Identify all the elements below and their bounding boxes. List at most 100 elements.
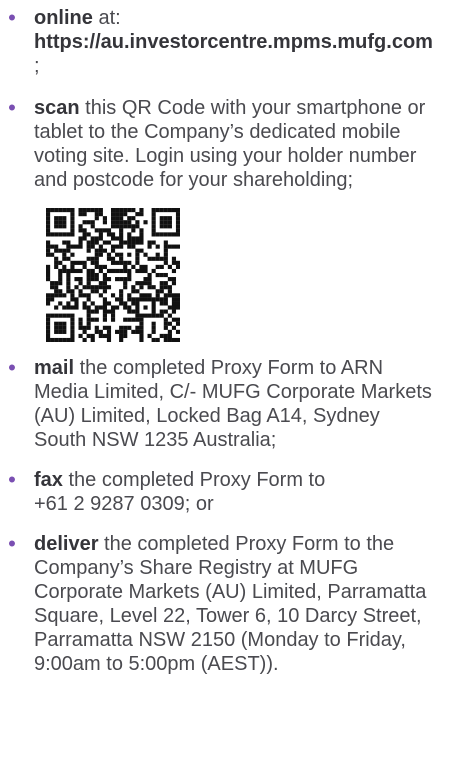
investor-centre-link[interactable]: https://au.investorcentre.mpms.mufg.com: [34, 31, 433, 53]
qr-module: [78, 228, 83, 233]
qr-module: [70, 297, 75, 302]
qr-module: [46, 313, 51, 318]
qr-module: [171, 281, 177, 286]
qr-module: [159, 309, 164, 314]
qr-module: [78, 236, 83, 241]
qr-module: [139, 281, 144, 286]
qr-module: [135, 329, 140, 334]
qr-module: [58, 301, 63, 306]
qr-module: [86, 248, 91, 253]
qr-module: [171, 325, 177, 330]
item-text: deliver the completed Proxy Form to the …: [34, 532, 437, 676]
qr-module: [106, 252, 112, 257]
qr-module: [70, 224, 75, 229]
qr-module: [102, 301, 107, 306]
qr-module: [82, 264, 87, 269]
qr-module: [163, 325, 168, 330]
qr-module: [78, 289, 83, 294]
qr-module: [163, 208, 168, 213]
qr-module: [127, 293, 132, 298]
qr-module: [86, 333, 91, 339]
qr-module: [86, 240, 91, 245]
qr-module: [151, 232, 156, 237]
qr-module: [167, 216, 172, 221]
qr-module: [46, 321, 51, 326]
qr-module: [127, 208, 132, 213]
qr-module: [143, 281, 148, 286]
qr-module: [119, 277, 124, 282]
qr-module: [147, 297, 152, 302]
qr-module: [110, 236, 116, 241]
qr-module: [155, 256, 160, 261]
qr-module: [159, 297, 164, 302]
qr-module: [175, 228, 180, 233]
qr-module: [106, 285, 112, 290]
qr-module: [58, 321, 63, 326]
qr-module: [119, 216, 124, 221]
qr-module: [171, 305, 177, 310]
qr-module: [86, 309, 91, 314]
item-text: online at: https://au.investorcentre.mpm…: [34, 6, 437, 78]
qr-module: [94, 208, 99, 213]
qr-module: [151, 337, 156, 342]
qr-module: [102, 313, 107, 318]
qr-module: [82, 236, 87, 241]
qr-module: [78, 212, 83, 217]
qr-module: [46, 297, 51, 302]
qr-module: [167, 220, 172, 225]
qr-module: [90, 289, 95, 294]
qr-module: [163, 220, 168, 225]
qr-module: [90, 309, 95, 314]
qr-module: [123, 260, 128, 265]
qr-module: [123, 329, 128, 334]
qr-module: [151, 208, 156, 213]
qr-module: [86, 256, 91, 261]
qr-module: [74, 277, 79, 282]
qr-module: [66, 232, 71, 237]
qr-module: [66, 285, 71, 290]
qr-module: [94, 212, 99, 217]
qr-module: [171, 297, 177, 302]
qr-module: [155, 264, 160, 269]
qr-module: [163, 301, 168, 306]
qr-module: [98, 236, 103, 241]
qr-module: [110, 317, 116, 322]
qr-module: [147, 285, 152, 290]
qr-module: [90, 285, 95, 290]
qr-module: [102, 289, 107, 294]
qr-module: [62, 232, 67, 237]
qr-module: [143, 305, 148, 310]
qr-module: [66, 305, 71, 310]
qr-module: [175, 305, 180, 310]
qr-module: [135, 297, 140, 302]
qr-module: [139, 212, 144, 217]
qr-module: [163, 281, 168, 286]
qr-module: [58, 293, 63, 298]
qr-module: [78, 293, 83, 298]
qr-module: [131, 208, 136, 213]
qr-module: [46, 277, 51, 282]
qr-module: [167, 277, 172, 282]
qr-module: [151, 285, 156, 290]
qr-module: [139, 248, 144, 253]
qr-module: [135, 305, 140, 310]
qr-module: [54, 337, 59, 342]
qr-module: [155, 232, 160, 237]
qr-module: [123, 208, 128, 213]
qr-module: [143, 297, 148, 302]
qr-module: [78, 321, 83, 326]
scan-text: this QR Code with your smartphone or tab…: [34, 97, 426, 191]
qr-module: [127, 268, 132, 274]
qr-module: [167, 208, 172, 213]
qr-module: [50, 313, 55, 318]
qr-module: [115, 329, 120, 334]
list-item-mail: • mail the completed Proxy Form to ARN M…: [8, 356, 437, 452]
qr-module: [155, 293, 160, 298]
bullet: •: [8, 355, 16, 380]
qr-module: [135, 252, 140, 257]
qr-module: [102, 333, 107, 339]
qr-module: [110, 232, 116, 237]
keyword-deliver: deliver: [34, 533, 99, 555]
qr-module: [135, 248, 140, 253]
qr-module: [74, 297, 79, 302]
